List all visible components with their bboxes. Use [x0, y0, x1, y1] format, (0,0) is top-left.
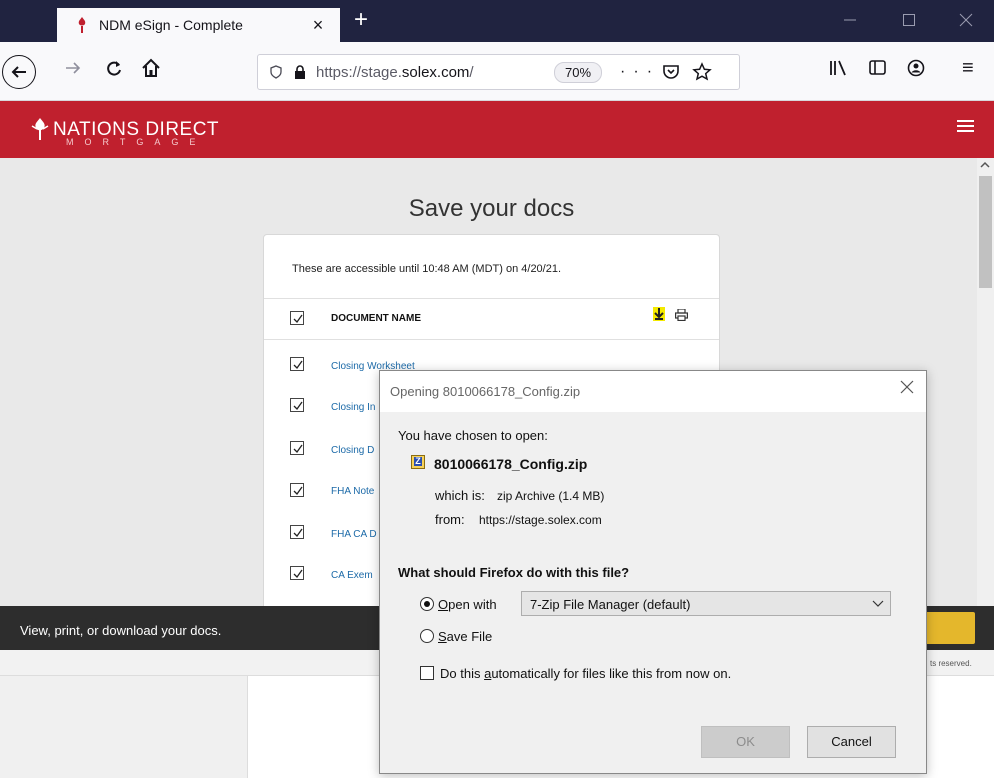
back-arrow-icon[interactable] [2, 55, 36, 89]
save-file-label[interactable]: Save File [438, 629, 492, 644]
scroll-up-arrow-icon[interactable] [980, 160, 990, 170]
app-menu-icon[interactable]: ≡ [962, 56, 974, 80]
document-link[interactable]: FHA Note [331, 486, 374, 497]
open-with-app-select[interactable]: 7-Zip File Manager (default) [521, 591, 891, 616]
maximize-icon[interactable] [902, 12, 916, 28]
site-header: NATIONS DIRECT MORTGAGE [0, 101, 994, 158]
do-automatically-checkbox[interactable] [420, 666, 434, 680]
file-name: 8010066178_Config.zip [434, 456, 588, 472]
window-close-icon[interactable] [959, 12, 973, 28]
browser-tab-strip: NDM eSign - Complete × + [0, 0, 994, 42]
open-with-label[interactable]: Open with [438, 597, 497, 612]
site-logo-subtitle: MORTGAGE [66, 137, 207, 147]
chosen-to-open-label: You have chosen to open: [398, 428, 548, 443]
ok-button[interactable]: OK [701, 726, 790, 758]
chevron-down-icon [872, 600, 884, 607]
document-checkbox[interactable] [290, 566, 304, 580]
do-automatically-label[interactable]: Do this automatically for files like thi… [440, 666, 731, 681]
pocket-icon[interactable] [662, 63, 680, 81]
hamburger-menu-icon[interactable] [957, 118, 975, 134]
file-source-value: https://stage.solex.com [479, 513, 602, 527]
torch-icon [78, 17, 86, 33]
reload-icon[interactable] [104, 56, 124, 80]
sidebar-icon[interactable] [868, 56, 888, 80]
zoom-level-badge[interactable]: 70% [554, 61, 603, 83]
print-icon[interactable] [675, 309, 688, 321]
url-bar[interactable]: https://stage.solex.com/ 70% ··· [257, 54, 740, 90]
cancel-button[interactable]: Cancel [807, 726, 896, 758]
select-all-checkbox[interactable] [290, 311, 304, 325]
file-type-value: zip Archive (1.4 MB) [497, 489, 605, 503]
lock-icon[interactable] [294, 65, 306, 79]
document-checkbox[interactable] [290, 357, 304, 371]
account-icon[interactable] [906, 56, 926, 80]
document-link[interactable]: Closing In [331, 402, 375, 413]
accessible-until-note: These are accessible until 10:48 AM (MDT… [292, 263, 562, 275]
save-file-radio[interactable] [420, 629, 434, 643]
tab-close-icon[interactable]: × [308, 15, 328, 36]
action-question: What should Firefox do with this file? [398, 565, 630, 580]
document-checkbox[interactable] [290, 441, 304, 455]
dialog-title: Opening 8010066178_Config.zip [390, 384, 581, 399]
zip-file-icon: Z [411, 455, 425, 469]
dialog-close-icon[interactable] [900, 380, 914, 394]
home-icon[interactable] [141, 56, 161, 80]
document-link[interactable]: FHA CA D [331, 529, 377, 540]
document-checkbox[interactable] [290, 398, 304, 412]
forward-arrow-icon[interactable] [64, 56, 82, 80]
file-type-label: which is: [435, 488, 485, 503]
navigation-toolbar: https://stage.solex.com/ 70% ··· ≡ [0, 42, 994, 101]
new-tab-button[interactable]: + [354, 8, 368, 32]
minimize-icon[interactable] [843, 12, 857, 28]
browser-tab-active[interactable]: NDM eSign - Complete × [57, 8, 340, 42]
bookmark-star-icon[interactable] [692, 62, 712, 82]
open-with-radio[interactable] [420, 597, 434, 611]
dialog-titlebar: Opening 8010066178_Config.zip [380, 371, 926, 412]
tab-title: NDM eSign - Complete [99, 17, 243, 33]
document-checkbox[interactable] [290, 483, 304, 497]
page-scrollbar-thumb[interactable] [979, 176, 992, 288]
document-name-column-header: DOCUMENT NAME [331, 313, 421, 324]
banner-text: View, print, or download your docs. [20, 623, 222, 638]
page-title: Save your docs [408, 195, 575, 222]
lower-left-panel [0, 676, 248, 778]
open-file-dialog: Opening 8010066178_Config.zip You have c… [379, 370, 927, 774]
footer-copyright: ts reserved. [930, 659, 972, 668]
download-icon[interactable] [653, 307, 665, 321]
library-icon[interactable] [828, 56, 848, 80]
document-link[interactable]: CA Exem [331, 570, 373, 581]
document-link[interactable]: Closing D [331, 445, 374, 456]
open-with-app-value: 7-Zip File Manager (default) [530, 597, 691, 612]
page-actions-icon[interactable]: ··· [620, 63, 660, 81]
torch-logo-icon [31, 118, 49, 140]
url-text[interactable]: https://stage.solex.com/ [316, 64, 538, 81]
file-source-label: from: [435, 512, 465, 527]
document-checkbox[interactable] [290, 525, 304, 539]
shield-icon[interactable] [270, 65, 282, 79]
